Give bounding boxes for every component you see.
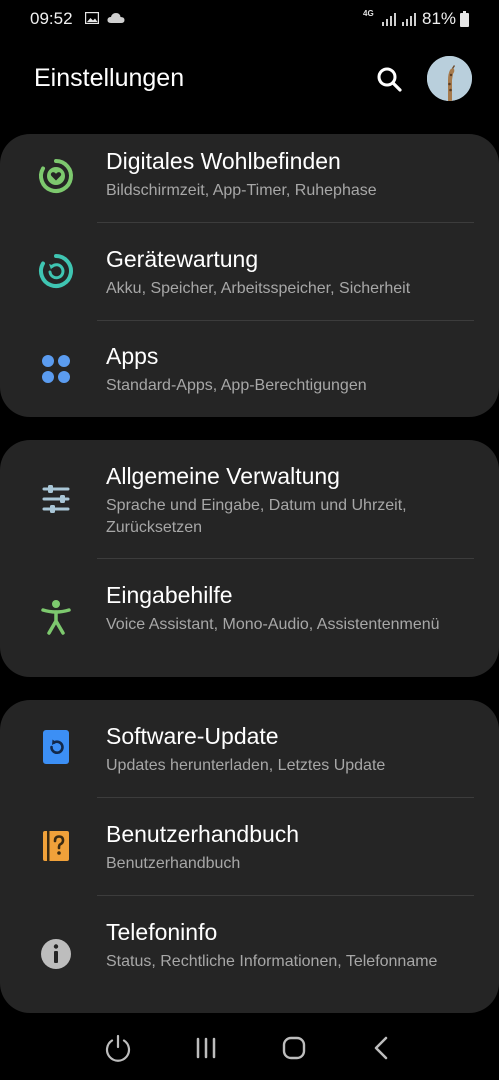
power-icon[interactable] [102, 1032, 134, 1064]
item-title: Telefoninfo [106, 919, 218, 945]
avatar[interactable] [427, 56, 472, 101]
item-title: Eingabehilfe [106, 582, 233, 608]
item-subtitle: Voice Assistant, Mono-Audio, Assistenten… [106, 616, 440, 633]
item-title: Allgemeine Verwaltung [106, 463, 340, 489]
settings-item-phone-info[interactable]: Telefoninfo Status, Rechtliche Informati… [0, 896, 499, 1013]
search-icon[interactable] [372, 62, 406, 96]
settings-group-3: Software-Update Updates herunterladen, L… [0, 700, 499, 1013]
item-title: Software-Update [106, 723, 279, 749]
sliders-icon [42, 485, 70, 513]
digital-wellbeing-icon [39, 159, 73, 193]
item-title: Digitales Wohlbefinden [106, 148, 341, 174]
item-subtitle: Bildschirmzeit, App-Timer, Ruhephase [106, 182, 377, 199]
cloud-icon [107, 13, 125, 23]
signal-icon [402, 13, 416, 26]
status-bar: 09:52 4G 81% [0, 0, 499, 40]
item-title: Gerätewartung [106, 246, 259, 272]
device-care-icon [39, 254, 73, 288]
settings-group-1: Digitales Wohlbefinden Bildschirmzeit, A… [0, 134, 499, 417]
item-subtitle: Akku, Speicher, Arbeitsspeicher, Sicherh… [106, 280, 411, 297]
gallery-icon [85, 12, 99, 24]
page-title: Einstellungen [34, 64, 185, 92]
navigation-bar [0, 1018, 499, 1080]
status-time: 09:52 [30, 9, 73, 28]
network-type: 4G [363, 9, 374, 18]
item-title: Apps [106, 343, 159, 369]
signal-icon [382, 13, 396, 26]
item-subtitle: Status, Rechtliche Informationen, Telefo… [106, 953, 438, 970]
battery-percentage: 81% [422, 9, 457, 28]
software-update-icon [43, 730, 69, 764]
apps-icon [42, 355, 70, 383]
item-title: Benutzerhandbuch [106, 821, 300, 847]
item-subtitle: Benutzerhandbuch [106, 855, 241, 872]
settings-item-general-management[interactable]: Allgemeine Verwaltung Sprache und Eingab… [0, 440, 499, 558]
home-icon[interactable] [278, 1032, 310, 1064]
back-icon[interactable] [366, 1032, 398, 1064]
item-subtitle: Sprache und Eingabe, Datum und Uhrzeit, … [106, 497, 407, 536]
settings-item-user-manual[interactable]: Benutzerhandbuch Benutzerhandbuch [0, 798, 499, 895]
battery-icon [460, 11, 469, 27]
settings-group-2: Allgemeine Verwaltung Sprache und Eingab… [0, 440, 499, 677]
settings-item-accessibility[interactable]: Eingabehilfe Voice Assistant, Mono-Audio… [0, 559, 499, 677]
settings-item-software-update[interactable]: Software-Update Updates herunterladen, L… [0, 700, 499, 797]
avatar-image [427, 56, 472, 101]
item-subtitle: Updates herunterladen, Letztes Update [106, 757, 386, 774]
user-manual-icon [43, 831, 69, 861]
settings-item-apps[interactable]: Apps Standard-Apps, App-Berechtigungen [0, 321, 499, 417]
item-subtitle: Standard-Apps, App-Berechtigungen [106, 377, 367, 394]
accessibility-icon [41, 600, 71, 635]
recent-apps-icon[interactable] [190, 1032, 222, 1064]
settings-item-digital-wellbeing[interactable]: Digitales Wohlbefinden Bildschirmzeit, A… [0, 134, 499, 222]
settings-item-device-care[interactable]: Gerätewartung Akku, Speicher, Arbeitsspe… [0, 223, 499, 320]
info-icon [41, 939, 71, 969]
